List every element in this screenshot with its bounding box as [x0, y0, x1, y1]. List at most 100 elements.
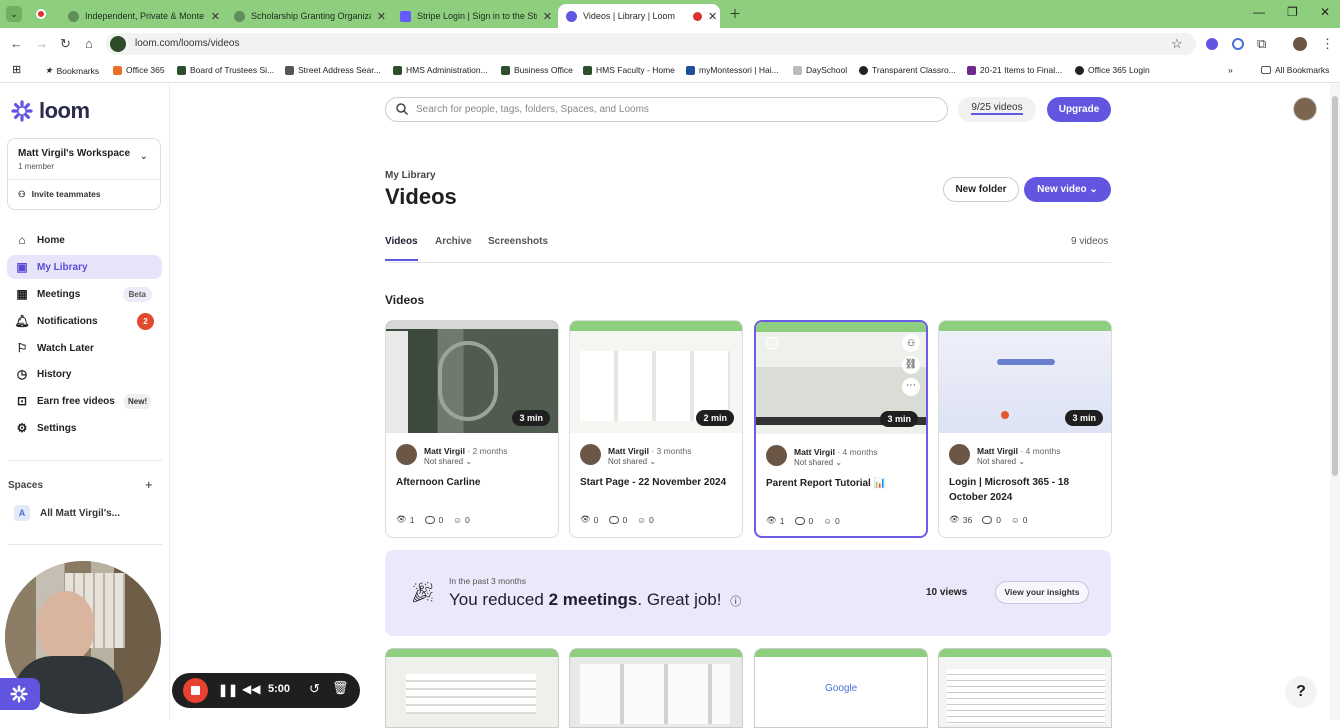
rewind-icon[interactable]: ◀◀: [242, 682, 260, 696]
restart-icon[interactable]: ↺: [309, 681, 320, 697]
more-bookmarks-icon[interactable]: »: [1228, 65, 1233, 75]
new-video-button[interactable]: New video ⌄: [1024, 177, 1111, 202]
tab-screenshots[interactable]: Screenshots: [488, 236, 548, 247]
sidebar-item-notifications[interactable]: 🔔︎ Notifications 2: [7, 309, 162, 333]
pause-icon[interactable]: ❚❚: [218, 683, 238, 697]
video-title[interactable]: Start Page - 22 November 2024: [580, 475, 735, 490]
video-title[interactable]: Login | Microsoft 365 - 18 October 2024: [949, 475, 1104, 505]
tab-search-icon[interactable]: ⌄: [6, 6, 22, 22]
sidebar-item-watch-later[interactable]: ⚐ Watch Later: [7, 336, 162, 360]
bookmark-board[interactable]: Board of Trustees Si...: [177, 65, 274, 75]
bookmark-2021[interactable]: 20-21 Items to Final...: [967, 65, 1062, 75]
video-thumbnail[interactable]: [938, 648, 1112, 728]
kebab-menu-icon[interactable]: ⋮: [1321, 36, 1334, 52]
chevron-down-icon[interactable]: ⌄: [140, 151, 148, 162]
home-browser-icon[interactable]: ⌂: [85, 36, 93, 51]
video-quota[interactable]: 9/25 videos: [958, 97, 1036, 122]
sidebar-item-my-library[interactable]: ▣ My Library: [7, 255, 162, 279]
share-status[interactable]: Not shared ⌄: [424, 457, 472, 466]
share-status[interactable]: Not shared ⌄: [608, 457, 656, 466]
tab-stripe[interactable]: Stripe Login | Sign in to the Stri ✕: [392, 4, 552, 28]
add-space-icon[interactable]: +: [145, 477, 153, 492]
sidebar-item-home[interactable]: ⌂ Home: [7, 228, 162, 252]
close-icon[interactable]: ✕: [543, 10, 552, 23]
restore-icon[interactable]: ❐: [1287, 5, 1298, 19]
video-card[interactable]: 3 min Matt Virgil · 2 months Not shared …: [385, 320, 559, 538]
share-status[interactable]: Not shared ⌄: [977, 457, 1025, 466]
workspace-switcher[interactable]: Matt Virgil's Workspace 1 member ⌄ ⚇ Invi…: [7, 138, 161, 210]
select-checkbox[interactable]: [766, 337, 778, 349]
video-card[interactable]: 3 min Matt Virgil · 4 months Not shared …: [938, 320, 1112, 538]
star-icon[interactable]: ☆: [1171, 36, 1183, 52]
video-title[interactable]: Parent Report Tutorial 📊: [766, 476, 921, 491]
video-title[interactable]: Afternoon Carline: [396, 475, 551, 490]
video-card[interactable]: ⚇ ⛓ ⋯ 3 min Matt Virgil · 4 months Not s…: [754, 320, 928, 538]
insight-message: You reduced 2 meetings. Great job! ⓘ: [449, 590, 742, 609]
user-avatar[interactable]: [1293, 97, 1317, 121]
tab-scholarship[interactable]: Scholarship Granting Organizat ✕: [226, 4, 386, 28]
video-thumbnail[interactable]: [569, 648, 743, 728]
bookmark-office365[interactable]: Office 365: [113, 65, 165, 75]
scrollbar-thumb[interactable]: [1332, 96, 1338, 476]
url-field[interactable]: loom.com/looms/videos: [106, 33, 1196, 55]
gear-icon: ⚙: [16, 421, 28, 435]
reload-icon[interactable]: ↻: [60, 36, 71, 52]
space-item-all[interactable]: A All Matt Virgil's...: [7, 503, 162, 523]
info-icon[interactable]: ⓘ: [730, 596, 741, 608]
scrollbar[interactable]: [1330, 84, 1340, 720]
puzzle-icon[interactable]: ⧉: [1257, 36, 1266, 52]
spaces-heading: Spaces: [8, 480, 44, 491]
trash-icon[interactable]: 🗑︎: [332, 680, 349, 696]
sidebar-item-earn-free-videos[interactable]: ⊡ Earn free videos New!: [7, 389, 162, 413]
sidebar-item-history[interactable]: ◷ History: [7, 362, 162, 386]
new-tab-icon[interactable]: ＋: [729, 5, 741, 22]
bookmark-mymontessori[interactable]: myMontessori | Hai...: [686, 65, 779, 75]
tab-independent[interactable]: Independent, Private & Monte ✕: [60, 4, 220, 28]
all-bookmarks[interactable]: All Bookmarks: [1261, 65, 1329, 75]
sidebar-item-meetings[interactable]: ▦ Meetings Beta: [7, 282, 162, 306]
loom-extension-icon[interactable]: [1206, 38, 1218, 50]
invite-teammates[interactable]: ⚇ Invite teammates: [18, 189, 101, 200]
share-people-icon[interactable]: ⚇: [902, 334, 920, 352]
close-icon[interactable]: ✕: [211, 10, 220, 23]
bookmark-hms-admin[interactable]: HMS Administration...: [393, 65, 488, 75]
tab-videos[interactable]: Videos: [385, 236, 418, 247]
video-thumbnail[interactable]: Google: [754, 648, 928, 728]
upgrade-button[interactable]: Upgrade: [1047, 97, 1111, 122]
tab-archive[interactable]: Archive: [435, 236, 472, 247]
tab-loom-videos[interactable]: Videos | Library | Loom ✕: [558, 4, 720, 28]
new-folder-button[interactable]: New folder: [943, 177, 1019, 202]
search-input[interactable]: Search for people, tags, folders, Spaces…: [385, 97, 948, 122]
extension-icon[interactable]: [1232, 38, 1244, 50]
minimize-icon[interactable]: —: [1253, 5, 1265, 19]
loom-recorder-icon[interactable]: [0, 678, 40, 710]
video-thumbnail[interactable]: [385, 648, 559, 728]
bookmark-office365-login[interactable]: Office 365 Login: [1075, 65, 1150, 75]
loom-logo[interactable]: loom: [11, 98, 90, 124]
back-icon[interactable]: ←: [10, 36, 23, 51]
emoji-icon: ☺: [453, 514, 462, 525]
bookmark-bookmarks[interactable]: ★ Bookmarks: [45, 65, 99, 76]
bookmark-business[interactable]: Business Office: [501, 65, 573, 75]
more-options-icon[interactable]: ⋯: [902, 378, 920, 396]
forward-icon[interactable]: →: [35, 36, 48, 51]
help-button[interactable]: ?: [1285, 676, 1317, 708]
bookmark-transparent[interactable]: Transparent Classro...: [859, 65, 956, 75]
profile-avatar[interactable]: [1293, 37, 1307, 51]
view-insights-button[interactable]: View your insights: [995, 581, 1089, 604]
link-icon[interactable]: ⛓: [902, 356, 920, 374]
video-card[interactable]: 2 min Matt Virgil · 3 months Not shared …: [569, 320, 743, 538]
breadcrumb[interactable]: My Library: [385, 170, 436, 181]
stop-recording-button[interactable]: [183, 678, 208, 703]
close-icon[interactable]: ✕: [708, 10, 717, 23]
close-window-icon[interactable]: ✕: [1320, 5, 1330, 19]
bookmark-hms-faculty[interactable]: HMS Faculty - Home: [583, 65, 675, 75]
close-icon[interactable]: ✕: [377, 10, 386, 23]
invite-icon: ⚇: [18, 189, 26, 199]
sidebar-item-settings[interactable]: ⚙ Settings: [7, 416, 162, 440]
site-info-icon[interactable]: [110, 36, 126, 52]
apps-icon[interactable]: ⊞: [12, 63, 21, 76]
bookmark-street[interactable]: Street Address Sear...: [285, 65, 381, 75]
share-status[interactable]: Not shared ⌄: [794, 458, 842, 467]
bookmark-dayschool[interactable]: DaySchool: [793, 65, 847, 75]
